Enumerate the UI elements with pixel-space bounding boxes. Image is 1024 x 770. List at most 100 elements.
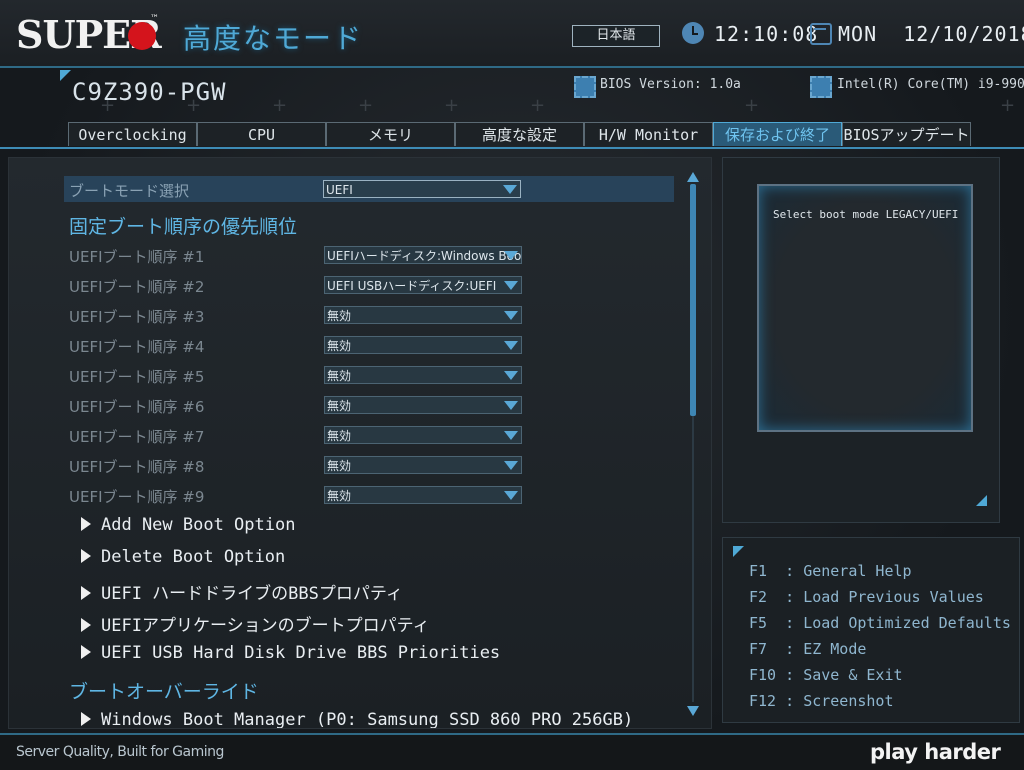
clock-date: MON 12/10/2018 bbox=[838, 22, 1024, 46]
hotkey-key: F2 bbox=[749, 588, 777, 606]
tab-overclocking[interactable]: Overclocking bbox=[68, 122, 197, 146]
footer-bar: Server Quality, Built for Gaming play ha… bbox=[0, 733, 1024, 770]
fixed-boot-heading: 固定ブート順序の優先順位 bbox=[69, 216, 298, 238]
tab-cpu[interactable]: CPU bbox=[197, 122, 326, 146]
dropdown-arrow-icon bbox=[503, 185, 517, 194]
boot-order-select[interactable]: 無効 bbox=[324, 486, 522, 504]
submenu-label: Delete Boot Option bbox=[101, 547, 286, 567]
boot-mode-select[interactable]: UEFI bbox=[323, 180, 521, 198]
board-model: C9Z390-PGW bbox=[72, 78, 227, 106]
help-panel: Select boot mode LEGACY/UEFI bbox=[722, 157, 1000, 523]
mode-title: 高度なモード bbox=[183, 22, 364, 55]
play-harder-logo: play harder bbox=[870, 740, 1001, 764]
logo-dot-icon bbox=[128, 22, 156, 50]
hotkey-key: F7 bbox=[749, 640, 777, 658]
dropdown-arrow-icon bbox=[504, 461, 518, 470]
submenu-label: UEFI ハードドライブのBBSプロパティ bbox=[101, 584, 403, 604]
dropdown-arrow-icon bbox=[504, 401, 518, 410]
tab-hw-monitor[interactable]: H/W Monitor bbox=[584, 122, 713, 146]
trademark: ™ bbox=[150, 14, 159, 24]
hotkey-f7: F7 : EZ Mode bbox=[749, 640, 867, 658]
boot-override-item[interactable]: Windows Boot Manager (P0: Samsung SSD 86… bbox=[81, 710, 634, 729]
footer-slogan: Server Quality, Built for Gaming bbox=[16, 744, 224, 760]
boot-order-label: UEFIブート順序 #4 bbox=[69, 338, 205, 356]
boot-order-label: UEFIブート順序 #6 bbox=[69, 398, 205, 416]
top-bar: SUPER ™ 高度なモード 日本語 12:10:08 MON 12/10/20… bbox=[0, 0, 1024, 68]
boot-order-row[interactable]: UEFIブート順序 #3 無効 bbox=[69, 302, 669, 328]
boot-order-label: UEFIブート順序 #2 bbox=[69, 278, 205, 296]
boot-order-select[interactable]: UEFIハードディスク:Windows Boot Manager bbox=[324, 246, 522, 264]
bios-chip-icon bbox=[574, 76, 596, 98]
boot-mode-value: UEFI bbox=[326, 183, 353, 197]
boot-order-value: 無効 bbox=[327, 429, 352, 443]
boot-order-value: 無効 bbox=[327, 399, 352, 413]
submenu-arrow-icon bbox=[81, 645, 91, 659]
corner-marker-icon bbox=[976, 495, 987, 506]
boot-order-row[interactable]: UEFIブート順序 #2 UEFI USBハードディスク:UEFI bbox=[69, 272, 669, 298]
boot-order-value: UEFI USBハードディスク:UEFI bbox=[327, 279, 497, 293]
boot-order-row[interactable]: UEFIブート順序 #6 無効 bbox=[69, 392, 669, 418]
boot-order-select[interactable]: 無効 bbox=[324, 396, 522, 414]
dropdown-arrow-icon bbox=[504, 371, 518, 380]
scroll-up-icon[interactable] bbox=[687, 172, 699, 182]
hotkey-f10: F10 : Save & Exit bbox=[749, 666, 903, 684]
boot-order-value: 無効 bbox=[327, 369, 352, 383]
boot-order-label: UEFIブート順序 #7 bbox=[69, 428, 205, 446]
boot-order-select[interactable]: 無効 bbox=[324, 306, 522, 324]
boot-order-select[interactable]: 無効 bbox=[324, 426, 522, 444]
boot-override-heading: ブートオーバーライド bbox=[69, 681, 259, 703]
boot-order-label: UEFIブート順序 #9 bbox=[69, 488, 205, 506]
submenu-add-boot-option[interactable]: Add New Boot Option bbox=[81, 515, 295, 535]
scrollbar-thumb[interactable] bbox=[690, 184, 696, 416]
submenu-label: UEFI USB Hard Disk Drive BBS Priorities bbox=[101, 643, 501, 663]
submenu-label: UEFIアプリケーションのブートプロパティ bbox=[101, 616, 430, 636]
submenu-uefi-app-boot[interactable]: UEFIアプリケーションのブートプロパティ bbox=[81, 611, 430, 636]
boot-order-select[interactable]: 無効 bbox=[324, 336, 522, 354]
hotkey-action: Load Optimized Defaults bbox=[803, 614, 1011, 632]
boot-order-label: UEFIブート順序 #5 bbox=[69, 368, 205, 386]
hotkey-f5: F5 : Load Optimized Defaults bbox=[749, 614, 1011, 632]
boot-order-value: 無効 bbox=[327, 459, 352, 473]
boot-order-row[interactable]: UEFIブート順序 #9 無効 bbox=[69, 482, 669, 508]
help-text: Select boot mode LEGACY/UEFI bbox=[773, 208, 959, 221]
hotkey-key: F5 bbox=[749, 614, 777, 632]
boot-order-value: 無効 bbox=[327, 309, 352, 323]
hotkey-action: EZ Mode bbox=[803, 640, 867, 658]
submenu-delete-boot-option[interactable]: Delete Boot Option bbox=[81, 547, 285, 567]
cpu-info: Intel(R) Core(TM) i9-9900K bbox=[837, 77, 1024, 92]
scroll-down-icon[interactable] bbox=[687, 706, 699, 716]
submenu-arrow-icon bbox=[81, 712, 91, 726]
boot-order-row[interactable]: UEFIブート順序 #4 無効 bbox=[69, 332, 669, 358]
hotkey-action: Screenshot bbox=[803, 692, 894, 710]
tab-save-exit[interactable]: 保存および終了 bbox=[713, 122, 842, 146]
calendar-icon bbox=[810, 23, 832, 45]
help-box: Select boot mode LEGACY/UEFI bbox=[757, 184, 973, 432]
dropdown-arrow-icon bbox=[504, 341, 518, 350]
dropdown-arrow-icon bbox=[504, 311, 518, 320]
boot-order-label: UEFIブート順序 #8 bbox=[69, 458, 205, 476]
boot-order-value: UEFIハードディスク:Windows Boot Manager bbox=[327, 249, 522, 263]
tab-divider bbox=[0, 147, 1024, 149]
tab-bios-update[interactable]: BIOSアップデート bbox=[842, 122, 971, 146]
dropdown-arrow-icon bbox=[504, 251, 518, 260]
tab-memory[interactable]: メモリ bbox=[326, 122, 455, 146]
boot-order-row[interactable]: UEFIブート順序 #8 無効 bbox=[69, 452, 669, 478]
boot-mode-row[interactable]: ブートモード選択 UEFI bbox=[64, 176, 674, 202]
boot-order-row[interactable]: UEFIブート順序 #1 UEFIハードディスク:Windows Boot Ma… bbox=[69, 242, 669, 268]
boot-override-label: Windows Boot Manager (P0: Samsung SSD 86… bbox=[101, 710, 634, 729]
dropdown-arrow-icon bbox=[504, 491, 518, 500]
submenu-uefi-usb-bbs[interactable]: UEFI USB Hard Disk Drive BBS Priorities bbox=[81, 643, 500, 663]
hotkey-action: General Help bbox=[803, 562, 912, 580]
language-select[interactable]: 日本語 bbox=[572, 25, 660, 47]
hotkey-key: F12 bbox=[749, 692, 777, 710]
corner-marker-icon bbox=[60, 70, 71, 81]
hotkey-action: Save & Exit bbox=[803, 666, 903, 684]
boot-order-row[interactable]: UEFIブート順序 #5 無効 bbox=[69, 362, 669, 388]
tab-advanced[interactable]: 高度な設定 bbox=[455, 122, 584, 146]
submenu-uefi-hdd-bbs[interactable]: UEFI ハードドライブのBBSプロパティ bbox=[81, 579, 403, 604]
boot-order-label: UEFIブート順序 #1 bbox=[69, 248, 205, 266]
boot-order-select[interactable]: UEFI USBハードディスク:UEFI bbox=[324, 276, 522, 294]
boot-order-select[interactable]: 無効 bbox=[324, 366, 522, 384]
boot-order-select[interactable]: 無効 bbox=[324, 456, 522, 474]
boot-order-row[interactable]: UEFIブート順序 #7 無効 bbox=[69, 422, 669, 448]
